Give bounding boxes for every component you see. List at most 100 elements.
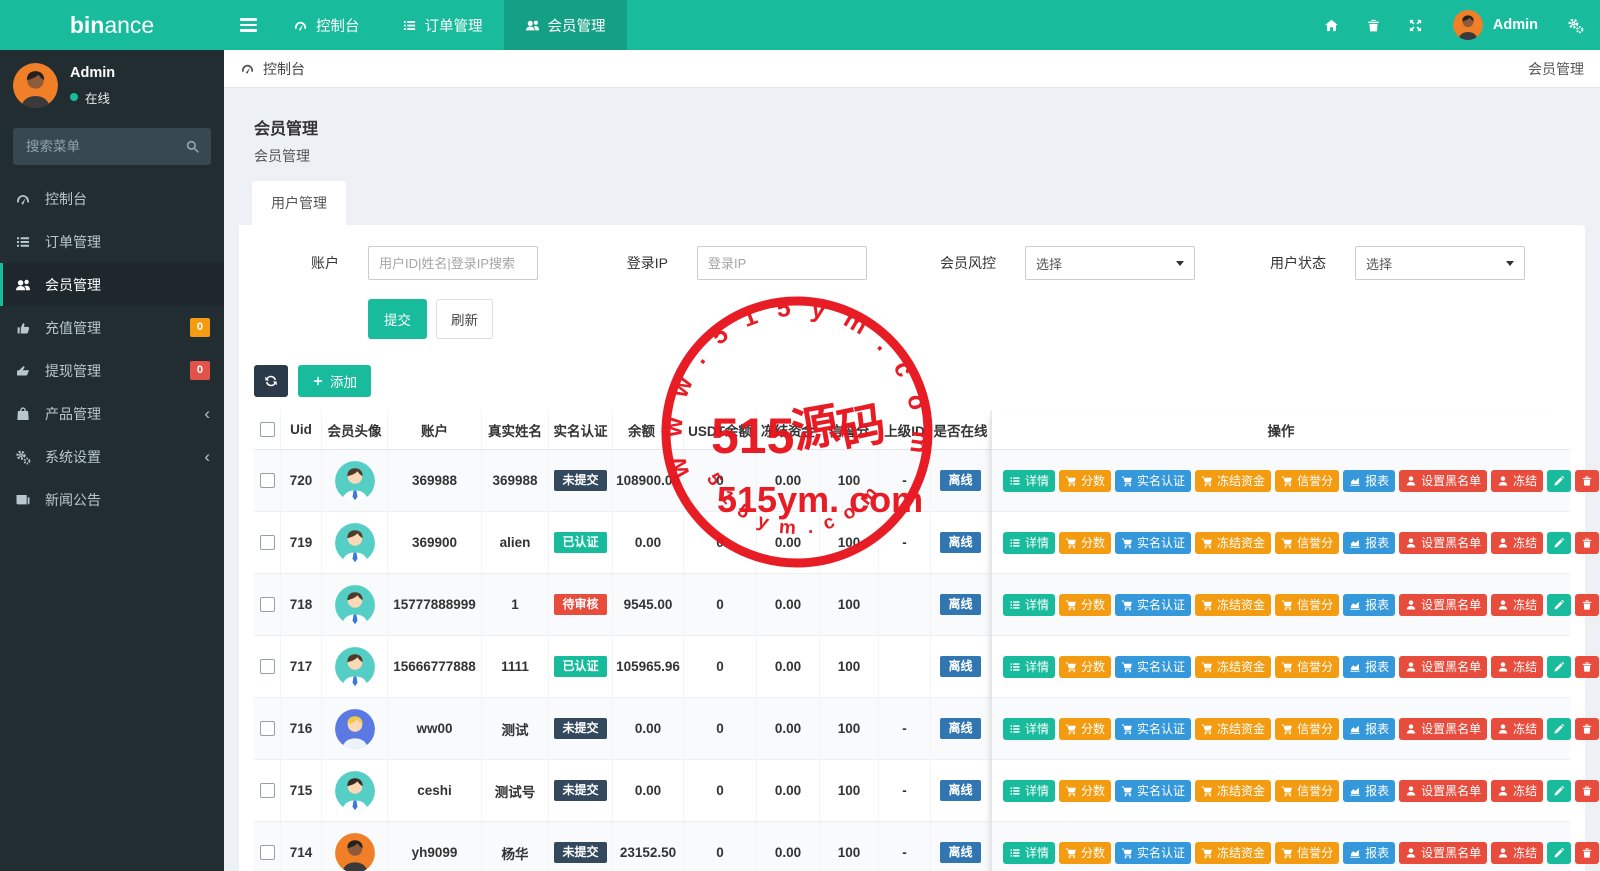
- score-button[interactable]: 分数: [1059, 841, 1112, 864]
- reload-table-button[interactable]: [254, 365, 288, 397]
- sidebar-item-withdraw[interactable]: 提现管理 0: [0, 349, 224, 392]
- delete-button[interactable]: [1575, 593, 1600, 616]
- credit-button[interactable]: 信誉分: [1275, 593, 1340, 616]
- blacklist-button[interactable]: 设置黑名单: [1399, 717, 1488, 740]
- freeze-funds-button[interactable]: 冻结资金: [1195, 841, 1272, 864]
- freeze-funds-button[interactable]: 冻结资金: [1195, 469, 1272, 492]
- score-button[interactable]: 分数: [1059, 593, 1112, 616]
- home-button[interactable]: [1311, 0, 1353, 50]
- freeze-button[interactable]: 冻结: [1491, 593, 1544, 616]
- delete-button[interactable]: [1575, 655, 1600, 678]
- row-checkbox[interactable]: [259, 845, 275, 860]
- submit-button[interactable]: 提交: [368, 299, 427, 339]
- realname-button[interactable]: 实名认证: [1115, 593, 1192, 616]
- row-checkbox[interactable]: [259, 597, 275, 612]
- edit-button[interactable]: [1547, 841, 1572, 864]
- delete-button[interactable]: [1575, 717, 1600, 740]
- brand-logo[interactable]: bin ance: [0, 0, 224, 50]
- detail-button[interactable]: 详情: [1003, 717, 1056, 740]
- detail-button[interactable]: 详情: [1003, 841, 1056, 864]
- sidebar-item-settings[interactable]: 系统设置 ‹: [0, 435, 224, 478]
- credit-button[interactable]: 信誉分: [1275, 841, 1340, 864]
- breadcrumb-dashboard[interactable]: 控制台: [240, 59, 305, 79]
- report-button[interactable]: 报表: [1343, 531, 1396, 554]
- freeze-button[interactable]: 冻结: [1491, 717, 1544, 740]
- report-button[interactable]: 报表: [1343, 655, 1396, 678]
- freeze-button[interactable]: 冻结: [1491, 469, 1544, 492]
- credit-button[interactable]: 信誉分: [1275, 779, 1340, 802]
- clear-cache-button[interactable]: [1353, 0, 1395, 50]
- edit-button[interactable]: [1547, 469, 1572, 492]
- blacklist-button[interactable]: 设置黑名单: [1399, 531, 1488, 554]
- realname-button[interactable]: 实名认证: [1115, 655, 1192, 678]
- delete-button[interactable]: [1575, 779, 1600, 802]
- row-checkbox[interactable]: [259, 783, 275, 798]
- blacklist-button[interactable]: 设置黑名单: [1399, 841, 1488, 864]
- freeze-button[interactable]: 冻结: [1491, 531, 1544, 554]
- row-checkbox[interactable]: [259, 721, 275, 736]
- delete-button[interactable]: [1575, 841, 1600, 864]
- sort-icon[interactable]: [660, 424, 668, 435]
- score-button[interactable]: 分数: [1059, 779, 1112, 802]
- score-button[interactable]: 分数: [1059, 717, 1112, 740]
- credit-button[interactable]: 信誉分: [1275, 469, 1340, 492]
- score-button[interactable]: 分数: [1059, 655, 1112, 678]
- add-member-button[interactable]: 添加: [298, 365, 371, 397]
- score-button[interactable]: 分数: [1059, 531, 1112, 554]
- sidebar-item-members[interactable]: 会员管理: [0, 263, 224, 306]
- realname-button[interactable]: 实名认证: [1115, 717, 1192, 740]
- detail-button[interactable]: 详情: [1003, 655, 1056, 678]
- fullscreen-button[interactable]: [1395, 0, 1437, 50]
- credit-button[interactable]: 信誉分: [1275, 655, 1340, 678]
- credit-button[interactable]: 信誉分: [1275, 531, 1340, 554]
- user-status-select[interactable]: 选择: [1355, 246, 1525, 280]
- blacklist-button[interactable]: 设置黑名单: [1399, 655, 1488, 678]
- login-ip-input[interactable]: [697, 246, 867, 280]
- blacklist-button[interactable]: 设置黑名单: [1399, 779, 1488, 802]
- freeze-funds-button[interactable]: 冻结资金: [1195, 655, 1272, 678]
- risk-select[interactable]: 选择: [1025, 246, 1195, 280]
- user-menu[interactable]: Admin: [1437, 10, 1554, 40]
- select-all-checkbox[interactable]: [259, 422, 275, 437]
- topnav-item-orders[interactable]: 订单管理: [381, 0, 504, 50]
- tab-user-management[interactable]: 用户管理: [252, 181, 346, 225]
- freeze-button[interactable]: 冻结: [1491, 841, 1544, 864]
- topnav-item-dashboard[interactable]: 控制台: [272, 0, 381, 50]
- edit-button[interactable]: [1547, 779, 1572, 802]
- report-button[interactable]: 报表: [1343, 717, 1396, 740]
- freeze-button[interactable]: 冻结: [1491, 779, 1544, 802]
- credit-button[interactable]: 信誉分: [1275, 717, 1340, 740]
- edit-button[interactable]: [1547, 717, 1572, 740]
- realname-button[interactable]: 实名认证: [1115, 779, 1192, 802]
- sidebar-item-dashboard[interactable]: 控制台: [0, 177, 224, 220]
- account-input[interactable]: [368, 246, 538, 280]
- detail-button[interactable]: 详情: [1003, 469, 1056, 492]
- sidebar-search-button[interactable]: [173, 128, 211, 165]
- edit-button[interactable]: [1547, 593, 1572, 616]
- blacklist-button[interactable]: 设置黑名单: [1399, 593, 1488, 616]
- sidebar-search-input[interactable]: [13, 128, 173, 165]
- detail-button[interactable]: 详情: [1003, 593, 1056, 616]
- refresh-button[interactable]: 刷新: [436, 299, 493, 339]
- sidebar-item-products[interactable]: 产品管理 ‹: [0, 392, 224, 435]
- detail-button[interactable]: 详情: [1003, 779, 1056, 802]
- report-button[interactable]: 报表: [1343, 593, 1396, 616]
- report-button[interactable]: 报表: [1343, 779, 1396, 802]
- sidebar-toggle-button[interactable]: [224, 0, 272, 50]
- report-button[interactable]: 报表: [1343, 841, 1396, 864]
- edit-button[interactable]: [1547, 655, 1572, 678]
- freeze-funds-button[interactable]: 冻结资金: [1195, 531, 1272, 554]
- edit-button[interactable]: [1547, 531, 1572, 554]
- detail-button[interactable]: 详情: [1003, 531, 1056, 554]
- realname-button[interactable]: 实名认证: [1115, 841, 1192, 864]
- sidebar-item-recharge[interactable]: 充值管理 0: [0, 306, 224, 349]
- row-checkbox[interactable]: [259, 473, 275, 488]
- score-button[interactable]: 分数: [1059, 469, 1112, 492]
- report-button[interactable]: 报表: [1343, 469, 1396, 492]
- realname-button[interactable]: 实名认证: [1115, 469, 1192, 492]
- delete-button[interactable]: [1575, 469, 1600, 492]
- delete-button[interactable]: [1575, 531, 1600, 554]
- realname-button[interactable]: 实名认证: [1115, 531, 1192, 554]
- sidebar-item-orders[interactable]: 订单管理: [0, 220, 224, 263]
- row-checkbox[interactable]: [259, 659, 275, 674]
